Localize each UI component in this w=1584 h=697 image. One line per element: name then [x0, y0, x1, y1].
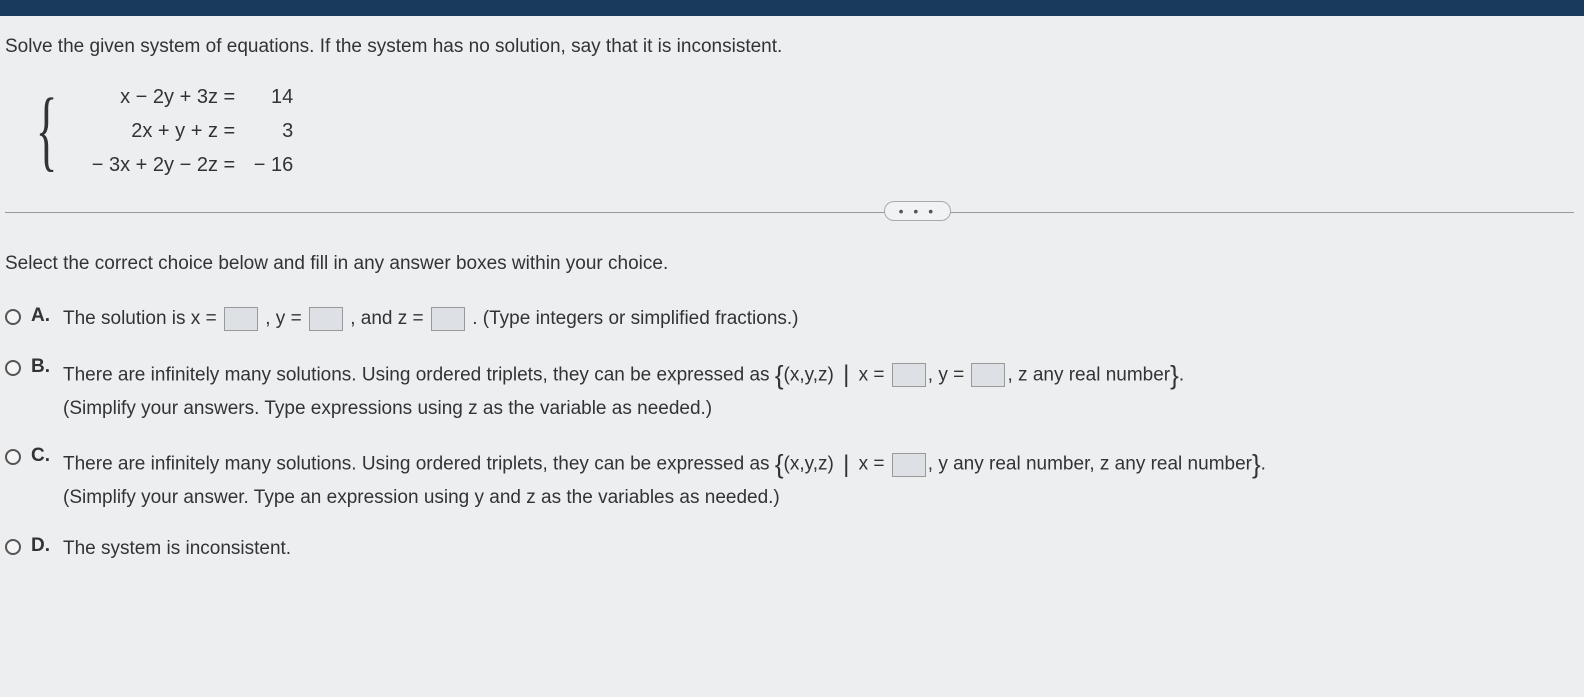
a-mid2: , and z =: [350, 308, 423, 329]
choice-d: D. The system is inconsistent.: [5, 535, 1574, 564]
a-input-x[interactable]: [224, 307, 258, 331]
a-input-y[interactable]: [309, 307, 343, 331]
b-input-x[interactable]: [892, 363, 926, 387]
a-pre: The solution is x =: [63, 308, 217, 329]
label-d: D.: [31, 535, 53, 557]
label-a: A.: [31, 305, 53, 327]
b-close-brace: }: [1170, 360, 1179, 390]
a-post: . (Type integers or simplified fractions…: [472, 308, 798, 329]
label-c: C.: [31, 445, 53, 467]
body-d: The system is inconsistent.: [63, 535, 1574, 564]
b-yeq: , y =: [928, 364, 964, 385]
choice-b: B. There are infinitely many solutions. …: [5, 356, 1574, 424]
expand-button[interactable]: • • •: [884, 201, 951, 221]
choice-instruction: Select the correct choice below and fill…: [5, 253, 1574, 275]
equation-2: 2x + y + z = 3: [83, 114, 293, 148]
b-xeq: x =: [853, 364, 884, 385]
choice-a: A. The solution is x = , y = , and z = .…: [5, 305, 1574, 334]
radio-d[interactable]: [5, 539, 21, 555]
body-b: There are infinitely many solutions. Usi…: [63, 356, 1574, 424]
equation-system: { x − 2y + 3z = 14 2x + y + z = 3 − 3x +…: [25, 80, 1574, 182]
c-open-brace: {: [775, 449, 784, 479]
label-b: B.: [31, 356, 53, 378]
window-top-bar: [0, 0, 1584, 16]
choices-group: A. The solution is x = , y = , and z = .…: [5, 305, 1574, 563]
c-xeq: x =: [853, 454, 884, 475]
b-pre: There are infinitely many solutions. Usi…: [63, 364, 775, 385]
c-tail: , y any real number, z any real number: [928, 454, 1252, 475]
b-line2: (Simplify your answers. Type expressions…: [63, 398, 712, 419]
c-tuple: (x,y,z): [784, 454, 834, 475]
c-bar: |: [843, 451, 849, 478]
b-period: .: [1179, 364, 1184, 385]
radio-c[interactable]: [5, 449, 21, 465]
divider-line: [5, 212, 1574, 213]
choice-c: C. There are infinitely many solutions. …: [5, 445, 1574, 513]
b-open-brace: {: [775, 360, 784, 390]
radio-a[interactable]: [5, 309, 21, 325]
equation-3: − 3x + 2y − 2z = − 16: [83, 148, 293, 182]
c-period: .: [1261, 454, 1266, 475]
b-tail: , z any real number: [1007, 364, 1170, 385]
c-close-brace: }: [1252, 449, 1261, 479]
body-c: There are infinitely many solutions. Usi…: [63, 445, 1574, 513]
c-line2: (Simplify your answer. Type an expressio…: [63, 487, 780, 508]
b-tuple: (x,y,z): [784, 364, 834, 385]
c-pre: There are infinitely many solutions. Usi…: [63, 454, 775, 475]
radio-b[interactable]: [5, 360, 21, 376]
equations-block: x − 2y + 3z = 14 2x + y + z = 3 − 3x + 2…: [83, 80, 293, 182]
a-input-z[interactable]: [431, 307, 465, 331]
b-input-y[interactable]: [971, 363, 1005, 387]
section-divider: • • •: [5, 212, 1574, 213]
question-content: Solve the given system of equations. If …: [0, 16, 1584, 605]
a-mid1: , y =: [265, 308, 301, 329]
equation-1: x − 2y + 3z = 14: [83, 80, 293, 114]
b-bar: |: [843, 361, 849, 388]
system-brace: {: [36, 95, 58, 167]
c-input-x[interactable]: [892, 453, 926, 477]
body-a: The solution is x = , y = , and z = . (T…: [63, 305, 1574, 334]
question-prompt: Solve the given system of equations. If …: [5, 36, 1574, 58]
